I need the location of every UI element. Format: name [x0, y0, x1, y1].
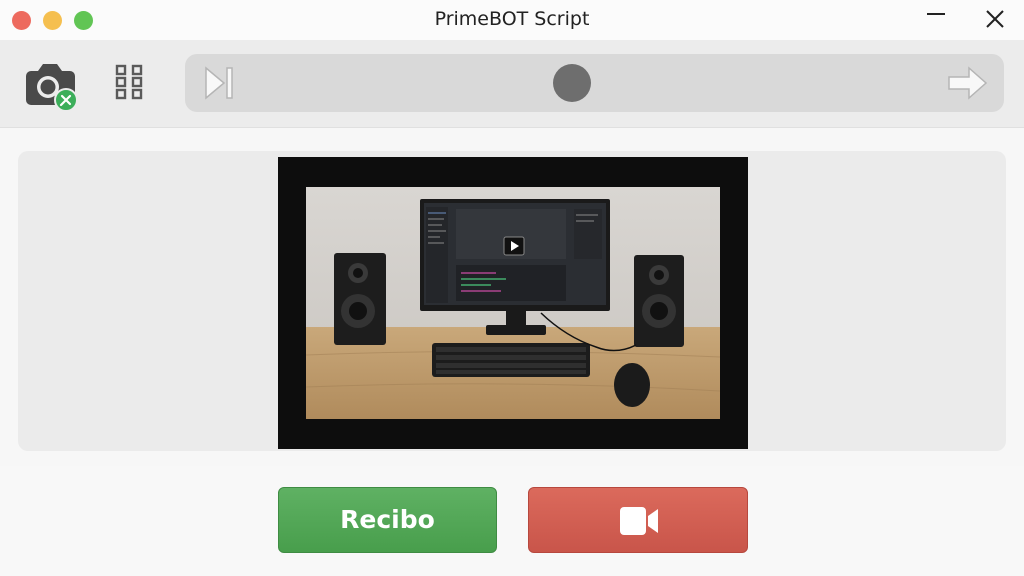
close-icon[interactable] [980, 6, 1010, 34]
skip-to-end-icon [205, 66, 233, 100]
window-title: PrimeBOT Script [434, 8, 590, 30]
video-preview[interactable] [278, 157, 748, 449]
grid-view-button[interactable] [115, 64, 147, 100]
grid-icon [115, 64, 143, 100]
toolbar [0, 40, 1024, 128]
minimize-icon[interactable] [921, 6, 951, 34]
recibo-button[interactable]: Recibo [278, 487, 497, 553]
playback-bar [185, 54, 1004, 112]
forward-arrow-icon [948, 66, 988, 100]
video-thumbnail [306, 187, 720, 419]
forward-button[interactable] [947, 65, 989, 101]
title-bar: PrimeBOT Script [0, 0, 1024, 40]
skip-to-end-button[interactable] [202, 65, 236, 101]
record-video-button[interactable] [528, 487, 748, 553]
camera-settings-icon [26, 64, 78, 112]
video-camera-icon [620, 507, 658, 535]
action-bar: Recibo [0, 466, 1024, 576]
record-indicator[interactable] [553, 64, 591, 102]
app-window: PrimeBOT Script Recibo [0, 0, 1024, 576]
camera-settings-button[interactable] [22, 55, 80, 113]
